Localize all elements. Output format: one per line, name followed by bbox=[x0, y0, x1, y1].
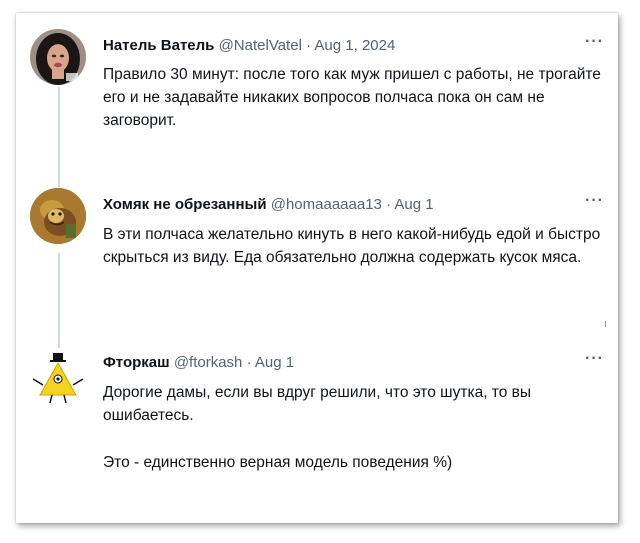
separator: · bbox=[246, 354, 252, 371]
cartoon-character-avatar[interactable] bbox=[30, 188, 86, 244]
tweet-text: Дорогие дамы, если вы вдруг решили, что … bbox=[103, 381, 603, 474]
tweet-date[interactable]: Aug 1 bbox=[255, 354, 294, 371]
tweet-text: В эти полчаса желательно кинуть в него к… bbox=[103, 223, 603, 269]
separator: · bbox=[386, 196, 392, 213]
more-options-icon[interactable]: ··· bbox=[585, 33, 604, 51]
person-avatar[interactable] bbox=[30, 29, 86, 85]
author-name[interactable]: Хомяк не обрезанный bbox=[103, 196, 267, 213]
more-options-icon[interactable]: ··· bbox=[585, 192, 604, 210]
tweet-paragraph: В эти полчаса желательно кинуть в него к… bbox=[103, 226, 601, 266]
tweet-date[interactable]: Aug 1 bbox=[394, 196, 433, 213]
tweet-header: Натель Ватель @NatelVatel · Aug 1, 2024 bbox=[103, 37, 395, 54]
tweet-paragraph: Правило 30 минут: после того как муж при… bbox=[103, 66, 601, 129]
author-name[interactable]: Фторкаш bbox=[103, 354, 170, 371]
divider-tick bbox=[605, 321, 606, 327]
tweet-thread-card: Натель Ватель @NatelVatel · Aug 1, 2024 … bbox=[16, 13, 618, 523]
tweet-date[interactable]: Aug 1, 2024 bbox=[314, 37, 395, 54]
yellow-triangle-avatar[interactable] bbox=[30, 349, 86, 405]
author-name[interactable]: Натель Ватель bbox=[103, 37, 214, 54]
thread-line bbox=[58, 253, 60, 348]
tweet-text: Правило 30 минут: после того как муж при… bbox=[103, 63, 603, 132]
tweet-paragraph: Дорогие дамы, если вы вдруг решили, что … bbox=[103, 384, 532, 424]
tweet-header: Фторкаш @ftorkash · Aug 1 bbox=[103, 354, 294, 371]
author-handle[interactable]: @homaaaaaa13 bbox=[271, 196, 382, 213]
more-options-icon[interactable]: ··· bbox=[585, 350, 604, 368]
author-handle[interactable]: @ftorkash bbox=[174, 354, 243, 371]
thread-line bbox=[58, 87, 60, 187]
tweet-header: Хомяк не обрезанный @homaaaaaa13 · Aug 1 bbox=[103, 196, 434, 213]
tweet-paragraph: Это - единственно верная модель поведени… bbox=[103, 454, 453, 471]
author-handle[interactable]: @NatelVatel bbox=[219, 37, 302, 54]
separator: · bbox=[306, 37, 312, 54]
